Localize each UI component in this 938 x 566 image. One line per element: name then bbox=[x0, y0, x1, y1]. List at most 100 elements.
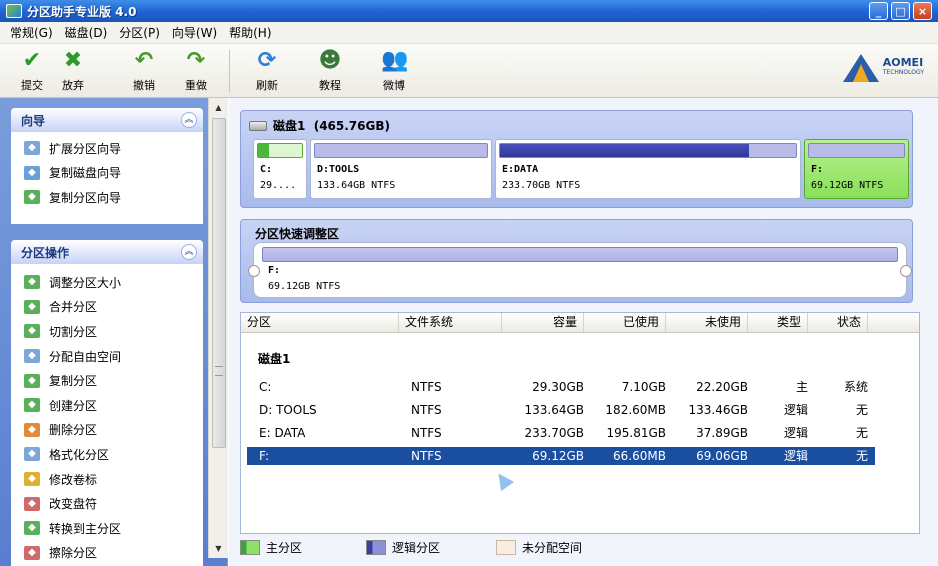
refresh-label: 刷新 bbox=[256, 79, 278, 92]
sidebar-scrollbar[interactable]: ▲ ▼ bbox=[208, 98, 228, 558]
op-label: 调整分区大小 bbox=[49, 275, 122, 290]
partition-label: F: bbox=[811, 164, 824, 175]
table-row[interactable]: C: NTFS 29.30GB 7.10GB 22.20GB 主 系统 bbox=[247, 378, 875, 396]
quick-resize-partition[interactable]: F: 69.12GB NTFS bbox=[248, 242, 912, 298]
operations-panel-header[interactable]: 分区操作 bbox=[11, 240, 203, 264]
toolbar-separator bbox=[229, 50, 230, 92]
minimize-button[interactable]: _ bbox=[869, 2, 888, 20]
logo-mark bbox=[842, 54, 879, 82]
partition-f[interactable]: F: 69.12GB NTFS bbox=[804, 139, 909, 199]
wipe-icon: ◆ bbox=[24, 545, 40, 560]
op-copy[interactable]: ◆ 复制分区 bbox=[11, 368, 203, 393]
op-label: 切割分区 bbox=[49, 324, 98, 339]
op-create[interactable]: ◆ 创建分区 bbox=[11, 393, 203, 418]
menu-wizard[interactable]: 向导(W) bbox=[166, 24, 223, 41]
table-row[interactable]: D: TOOLS NTFS 133.64GB 182.60MB 133.46GB 逻辑 无 bbox=[247, 401, 875, 419]
partition-c[interactable]: C: 29.... bbox=[253, 139, 307, 199]
legend-primary-swatch bbox=[240, 540, 260, 555]
partition-e[interactable]: E:DATA 233.70GB NTFS bbox=[495, 139, 801, 199]
cell-capacity: 133.64GB bbox=[524, 403, 584, 417]
tutorial-button[interactable]: ☻ 教程 bbox=[310, 48, 350, 93]
op-label-change[interactable]: ◆ 修改卷标 bbox=[11, 467, 203, 492]
menu-partition[interactable]: 分区(P) bbox=[113, 24, 166, 41]
scroll-down-arrow-icon[interactable]: ▼ bbox=[211, 541, 226, 556]
cell-used: 7.10GB bbox=[621, 380, 666, 394]
usage-bar bbox=[808, 143, 905, 158]
partition-d[interactable]: D:TOOLS 133.64GB NTFS bbox=[310, 139, 492, 199]
cell-partition: E: DATA bbox=[259, 426, 306, 440]
undo-button[interactable]: ↶ 撤销 bbox=[124, 48, 164, 93]
cell-filesystem: NTFS bbox=[411, 403, 442, 417]
table-row[interactable]: F: NTFS 69.12GB 66.60MB 69.06GB 逻辑 无 bbox=[247, 447, 875, 465]
cell-capacity: 233.70GB bbox=[524, 426, 584, 440]
chevron-up-icon[interactable]: ︽ bbox=[181, 244, 197, 260]
window-title: 分区助手专业版 4.0 bbox=[27, 4, 137, 19]
check-icon: ✔ bbox=[22, 48, 42, 73]
op-delete[interactable]: ◆ 删除分区 bbox=[11, 418, 203, 443]
left-sidebar: 向导 ︽ ◆ 扩展分区向导 ◆ 复制磁盘向导 ◆ 复制分区向导 分区操作 ︽ ◆… bbox=[0, 98, 228, 566]
op-drive-letter[interactable]: ◆ 改变盘符 bbox=[11, 491, 203, 516]
merge-icon: ◆ bbox=[24, 299, 40, 314]
op-merge[interactable]: ◆ 合并分区 bbox=[11, 295, 203, 320]
copy-disk-icon: ◆ bbox=[24, 165, 40, 180]
menu-help[interactable]: 帮助(H) bbox=[223, 24, 277, 41]
column-used[interactable]: 已使用 bbox=[584, 313, 666, 332]
discard-button[interactable]: ✖ 放弃 bbox=[53, 48, 93, 93]
refresh-button[interactable]: ⟳ 刷新 bbox=[247, 48, 287, 93]
wizard-copy-disk[interactable]: ◆ 复制磁盘向导 bbox=[11, 161, 203, 186]
legend-logical-label: 逻辑分区 bbox=[392, 541, 441, 555]
refresh-icon: ⟳ bbox=[257, 48, 277, 73]
allocate-icon: ◆ bbox=[24, 349, 40, 364]
column-status[interactable]: 状态 bbox=[808, 313, 868, 332]
resize-handle-left[interactable] bbox=[248, 265, 260, 277]
scroll-thumb[interactable] bbox=[212, 118, 226, 448]
legend-unallocated-label: 未分配空间 bbox=[522, 541, 583, 555]
column-filesystem[interactable]: 文件系统 bbox=[399, 313, 502, 332]
column-capacity[interactable]: 容量 bbox=[502, 313, 584, 332]
redo-icon: ↷ bbox=[186, 48, 206, 73]
menu-general[interactable]: 常规(G) bbox=[4, 24, 59, 41]
usage-bar bbox=[499, 143, 797, 158]
weibo-button[interactable]: 👥 微博 bbox=[374, 48, 414, 93]
people-icon: 👥 bbox=[381, 48, 409, 73]
op-wipe[interactable]: ◆ 擦除分区 bbox=[11, 541, 203, 566]
wizard-extend-partition[interactable]: ◆ 扩展分区向导 bbox=[11, 136, 203, 161]
discard-label: 放弃 bbox=[62, 79, 84, 92]
table-row[interactable]: E: DATA NTFS 233.70GB 195.81GB 37.89GB 逻辑 无 bbox=[247, 424, 875, 442]
partition-info: 29.... bbox=[260, 180, 297, 191]
menu-disk[interactable]: 磁盘(D) bbox=[59, 24, 114, 41]
usage-fill bbox=[258, 144, 269, 157]
disk-icon: ◆ bbox=[24, 141, 40, 156]
op-allocate[interactable]: ◆ 分配自由空间 bbox=[11, 344, 203, 369]
commit-button[interactable]: ✔ 提交 bbox=[12, 48, 52, 93]
column-type[interactable]: 类型 bbox=[748, 313, 808, 332]
cell-partition: C: bbox=[259, 380, 272, 394]
disk-icon bbox=[249, 120, 267, 131]
chevron-up-icon[interactable]: ︽ bbox=[181, 112, 197, 128]
label-icon: ◆ bbox=[24, 472, 40, 487]
split-icon: ◆ bbox=[24, 324, 40, 339]
op-convert-primary[interactable]: ◆ 转换到主分区 bbox=[11, 516, 203, 541]
column-partition[interactable]: 分区 bbox=[241, 313, 399, 332]
wizard-panel-header[interactable]: 向导 bbox=[11, 108, 203, 132]
app-icon bbox=[6, 4, 22, 18]
op-split[interactable]: ◆ 切割分区 bbox=[11, 319, 203, 344]
resize-handle-right[interactable] bbox=[900, 265, 912, 277]
undo-icon: ↶ bbox=[134, 48, 154, 73]
usage-bar bbox=[314, 143, 488, 158]
copy-partition-icon: ◆ bbox=[24, 190, 40, 205]
partition-info: 233.70GB NTFS bbox=[502, 180, 581, 191]
cell-used: 182.60MB bbox=[605, 403, 666, 417]
operations-panel-title: 分区操作 bbox=[21, 245, 70, 260]
maximize-button[interactable]: □ bbox=[891, 2, 910, 20]
close-button[interactable]: × bbox=[913, 2, 932, 20]
operations-panel: 分区操作 ︽ ◆ 调整分区大小 ◆ 合并分区 ◆ 切割分区 ◆ 分配自由空间 ◆ 复制分区… bbox=[11, 240, 203, 566]
column-free[interactable]: 未使用 bbox=[666, 313, 748, 332]
op-format[interactable]: ◆ 格式化分区 bbox=[11, 442, 203, 467]
redo-button[interactable]: ↷ 重做 bbox=[176, 48, 216, 93]
op-resize[interactable]: ◆ 调整分区大小 bbox=[11, 270, 203, 295]
cell-type: 逻辑 bbox=[783, 449, 808, 463]
scroll-up-arrow-icon[interactable]: ▲ bbox=[211, 100, 226, 115]
wizard-copy-partition[interactable]: ◆ 复制分区向导 bbox=[11, 185, 203, 210]
wizard-panel-title: 向导 bbox=[21, 113, 46, 128]
